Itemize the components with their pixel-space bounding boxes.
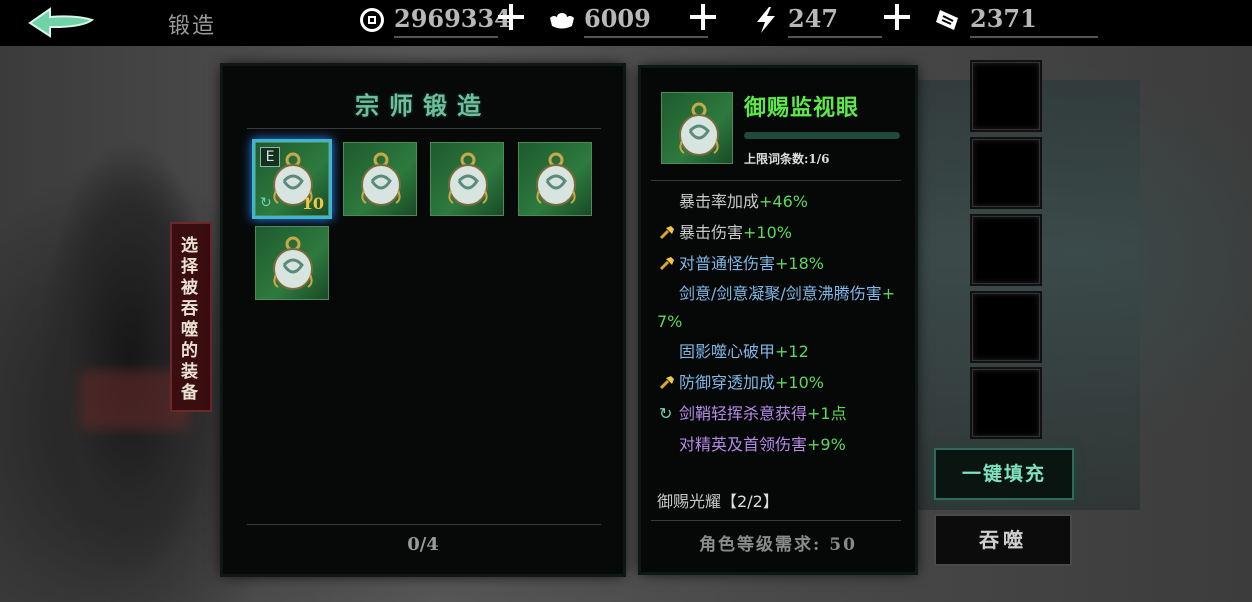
forge-bottom-divider <box>247 524 601 525</box>
silver-value: 6009 <box>584 4 651 33</box>
auto-fill-button[interactable]: 一键填充 <box>934 448 1074 500</box>
cycle-icon: ↻ <box>260 195 272 211</box>
add-silver-button[interactable] <box>690 4 716 30</box>
equipped-badge: E <box>260 147 280 167</box>
stat-value: +9% <box>807 435 846 454</box>
top-bar: 锻造 2969334 6009 247 2371 <box>0 0 1252 46</box>
stat-name: 防御穿透加成 <box>679 373 776 392</box>
jade-pendant-icon <box>361 152 401 206</box>
enhance-level: 10 <box>301 194 324 213</box>
stamina-underline <box>788 36 882 38</box>
stamina-value: 247 <box>788 4 839 33</box>
selected-count: 0/4 <box>407 534 439 555</box>
select-devour-label: 选择被吞噬的装备 <box>181 236 198 403</box>
stat-row: 防御穿透加成+10% <box>657 367 903 398</box>
stat-row: 剑意/剑意凝聚/剑意沸腾伤害+ <box>657 279 903 308</box>
stat-name: 暴击伤害 <box>679 223 744 242</box>
item-name: 御赐监视眼 <box>744 95 860 121</box>
jade-pendant-icon <box>273 236 313 290</box>
cycle-icon: ↻ <box>659 404 673 423</box>
equipment-slot[interactable] <box>430 142 504 216</box>
jade-pendant-icon <box>448 152 488 206</box>
set-count: 【2/2】 <box>721 492 779 511</box>
stat-row: 暴击伤害+10% <box>657 217 903 248</box>
add-copper-button[interactable] <box>498 4 524 30</box>
back-arrow-icon[interactable] <box>26 6 98 40</box>
copper-coin-icon <box>360 8 384 32</box>
ticket-value: 2371 <box>970 4 1037 33</box>
detail-top-divider <box>651 180 901 181</box>
resource-ticket: 2371 <box>934 3 1102 38</box>
stat-value: + <box>881 284 896 303</box>
item-icon <box>661 92 733 164</box>
set-bonus: 御赐光耀【2/2】 <box>657 488 779 512</box>
forge-panel: 宗师锻造 E ↻ 10 0/4 <box>223 66 623 574</box>
page-title: 锻造 <box>168 14 217 39</box>
jade-pendant-icon <box>536 152 576 206</box>
stat-value: +10% <box>775 373 824 392</box>
lightning-stamina-icon <box>757 7 775 33</box>
silver-underline <box>584 36 708 38</box>
stat-value-continued: 7% <box>657 312 683 331</box>
add-stamina-button[interactable] <box>884 4 910 30</box>
stat-list: 暴击率加成+46% 暴击伤害+10% 对普通怪伤害+18% 剑意/剑意凝聚/剑意… <box>657 186 903 460</box>
item-detail-panel: 御赐监视眼 上限词条数:1/6 暴击率加成+46% 暴击伤害+10% 对普通怪伤… <box>641 68 915 572</box>
equipment-slot[interactable] <box>518 142 592 216</box>
hammer-icon <box>659 226 674 240</box>
devour-material-slot[interactable] <box>972 369 1040 437</box>
stat-value: +10% <box>743 223 792 242</box>
detail-bottom-divider <box>651 520 901 521</box>
stat-value: +1点 <box>807 404 847 423</box>
stat-name: 剑鞘轻挥杀意获得 <box>679 404 808 423</box>
select-devour-tab[interactable]: 选择被吞噬的装备 <box>170 222 212 412</box>
stat-row: 固影噬心破甲+12 <box>657 336 903 367</box>
equipment-slot[interactable] <box>343 142 417 216</box>
devour-button[interactable]: 吞噬 <box>934 514 1072 566</box>
jade-pendant-icon <box>679 102 719 156</box>
devour-material-slot[interactable] <box>972 216 1040 284</box>
ticket-underline <box>970 36 1098 38</box>
copper-underline <box>394 36 498 38</box>
ticket-icon <box>936 10 958 30</box>
stat-value: +18% <box>775 254 824 273</box>
item-name-bar <box>744 132 900 139</box>
silver-ingot-icon <box>550 13 574 29</box>
stat-name: 暴击率加成 <box>679 192 760 211</box>
stat-value: +12 <box>775 342 809 361</box>
stat-row: 对精英及首领伤害+9% <box>657 429 903 460</box>
stat-row: 暴击率加成+46% <box>657 186 903 217</box>
stat-name: 对普通怪伤害 <box>679 254 776 273</box>
stat-name: 剑意/剑意凝聚/剑意沸腾伤害 <box>679 284 882 303</box>
stat-name: 对精英及首领伤害 <box>679 435 808 454</box>
equipment-slot-selected[interactable]: E ↻ 10 <box>255 142 329 216</box>
stat-value: +46% <box>759 192 808 211</box>
forge-title-divider <box>247 128 601 129</box>
copper-value: 2969334 <box>394 4 511 33</box>
hammer-icon <box>659 376 674 390</box>
stat-row: ↻ 剑鞘轻挥杀意获得+1点 <box>657 398 903 429</box>
set-name: 御赐光耀 <box>657 492 722 511</box>
forge-title: 宗师锻造 <box>355 91 491 120</box>
level-requirement: 角色等级需求: 50 <box>699 535 857 555</box>
stat-row: 对普通怪伤害+18% <box>657 248 903 279</box>
equipment-slot[interactable] <box>255 226 329 300</box>
devour-material-slot[interactable] <box>972 62 1040 130</box>
devour-material-slot[interactable] <box>972 139 1040 207</box>
devour-material-slot[interactable] <box>972 293 1040 361</box>
stat-name: 固影噬心破甲 <box>679 342 776 361</box>
hammer-icon <box>659 257 674 271</box>
affix-limit: 上限词条数:1/6 <box>744 152 830 166</box>
